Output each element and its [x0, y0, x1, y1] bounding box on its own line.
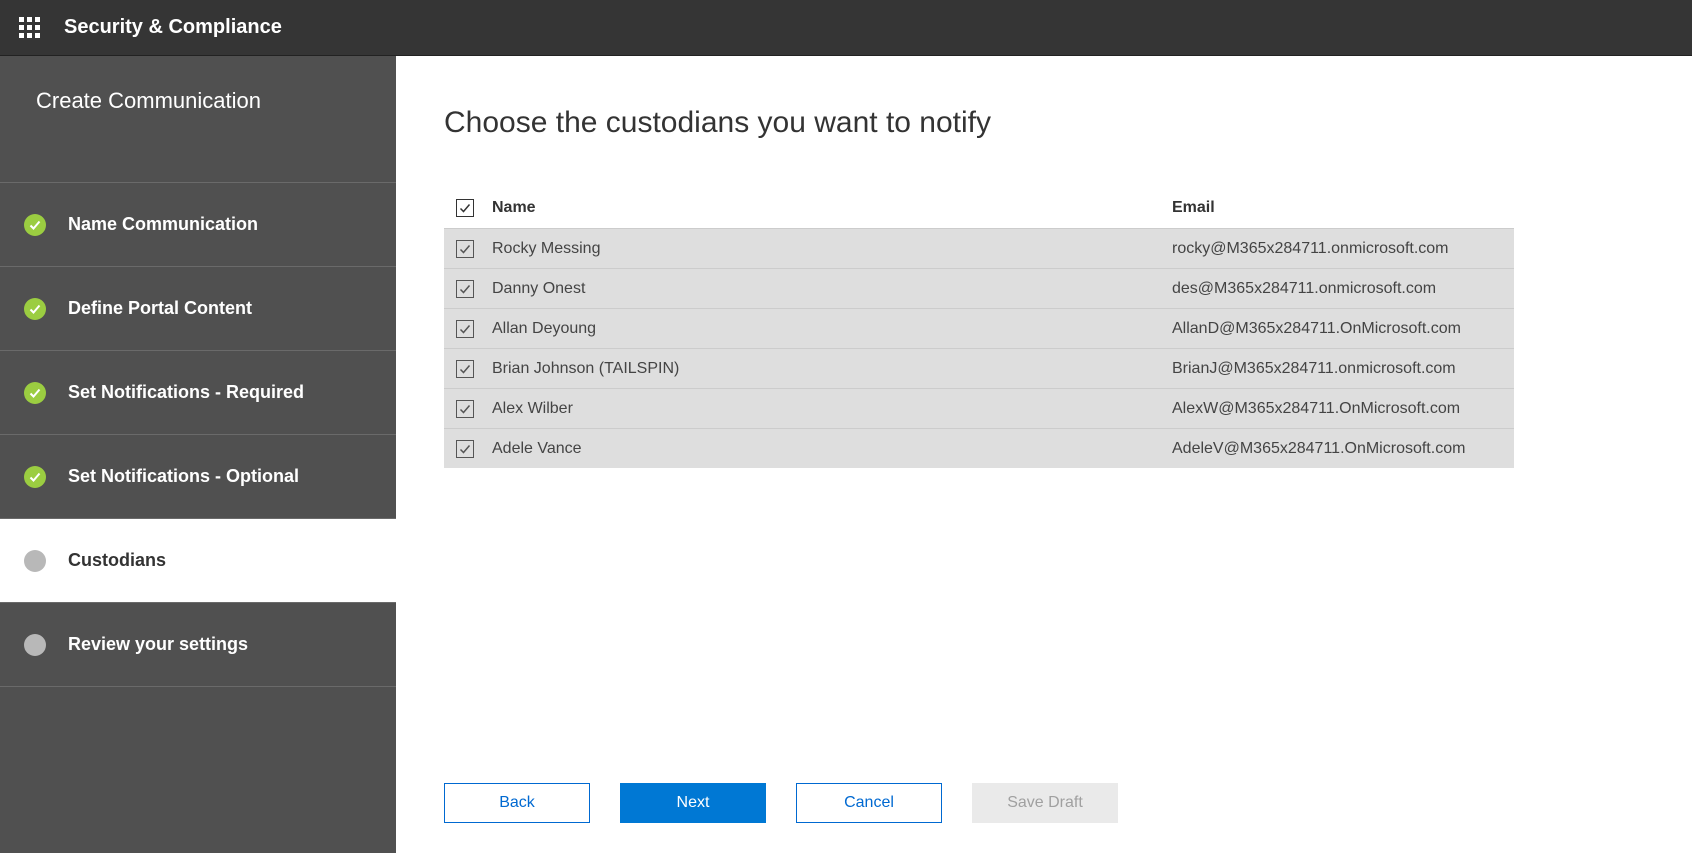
wizard-step-label: Review your settings: [68, 634, 248, 655]
app-title: Security & Compliance: [64, 16, 282, 39]
cell-name: Allan Deyoung: [492, 320, 1172, 338]
cell-name: Alex Wilber: [492, 400, 1172, 418]
row-checkbox[interactable]: [456, 280, 474, 298]
row-checkbox[interactable]: [456, 440, 474, 458]
check-circle-icon: [24, 466, 46, 488]
row-checkbox[interactable]: [456, 400, 474, 418]
row-checkbox[interactable]: [456, 360, 474, 378]
cell-name: Adele Vance: [492, 440, 1172, 458]
wizard-step[interactable]: Define Portal Content: [0, 267, 396, 351]
column-header-name[interactable]: Name: [492, 199, 1172, 217]
check-icon: [459, 202, 471, 214]
check-icon: [459, 443, 471, 455]
wizard-step-label: Custodians: [68, 550, 166, 571]
wizard-step-label: Define Portal Content: [68, 298, 252, 319]
next-button[interactable]: Next: [620, 783, 766, 823]
check-circle-icon: [24, 298, 46, 320]
cell-name: Rocky Messing: [492, 240, 1172, 258]
column-header-email[interactable]: Email: [1172, 199, 1514, 217]
cell-email: rocky@M365x284711.onmicrosoft.com: [1172, 240, 1514, 258]
cell-name: Danny Onest: [492, 280, 1172, 298]
wizard-step[interactable]: Set Notifications - Required: [0, 351, 396, 435]
save-draft-button: Save Draft: [972, 783, 1118, 823]
table-row[interactable]: Brian Johnson (TAILSPIN)BrianJ@M365x2847…: [444, 348, 1514, 388]
row-checkbox[interactable]: [456, 320, 474, 338]
table-header: Name Email: [444, 188, 1514, 228]
table-row[interactable]: Alex WilberAlexW@M365x284711.OnMicrosoft…: [444, 388, 1514, 428]
cell-email: BrianJ@M365x284711.onmicrosoft.com: [1172, 360, 1514, 378]
cell-email: AllanD@M365x284711.OnMicrosoft.com: [1172, 320, 1514, 338]
cell-email: AlexW@M365x284711.OnMicrosoft.com: [1172, 400, 1514, 418]
back-button[interactable]: Back: [444, 783, 590, 823]
wizard-step-label: Name Communication: [68, 214, 258, 235]
wizard-step[interactable]: Name Communication: [0, 183, 396, 267]
cell-email: AdeleV@M365x284711.OnMicrosoft.com: [1172, 440, 1514, 458]
cell-name: Brian Johnson (TAILSPIN): [492, 360, 1172, 378]
table-row[interactable]: Allan DeyoungAllanD@M365x284711.OnMicros…: [444, 308, 1514, 348]
app-header: Security & Compliance: [0, 0, 1692, 56]
cell-email: des@M365x284711.onmicrosoft.com: [1172, 280, 1514, 298]
check-icon: [459, 283, 471, 295]
cancel-button[interactable]: Cancel: [796, 783, 942, 823]
check-icon: [459, 243, 471, 255]
wizard-step-label: Set Notifications - Required: [68, 382, 304, 403]
check-circle-icon: [24, 382, 46, 404]
step-circle-icon: [24, 634, 46, 656]
wizard-step-label: Set Notifications - Optional: [68, 466, 299, 487]
sidebar-title: Create Communication: [0, 56, 396, 183]
wizard-step[interactable]: Set Notifications - Optional: [0, 435, 396, 519]
row-checkbox[interactable]: [456, 240, 474, 258]
wizard-step[interactable]: Custodians: [0, 519, 396, 603]
check-icon: [459, 323, 471, 335]
page-title: Choose the custodians you want to notify: [444, 106, 1644, 140]
check-icon: [459, 363, 471, 375]
wizard-step[interactable]: Review your settings: [0, 603, 396, 687]
wizard-footer: Back Next Cancel Save Draft: [444, 743, 1644, 823]
check-circle-icon: [24, 214, 46, 236]
select-all-checkbox[interactable]: [456, 199, 474, 217]
main-panel: Choose the custodians you want to notify…: [396, 56, 1692, 853]
check-icon: [459, 403, 471, 415]
custodian-table: Name Email Rocky Messingrocky@M365x28471…: [444, 188, 1514, 468]
app-launcher-icon[interactable]: [14, 13, 44, 43]
wizard-sidebar: Create Communication Name Communication D…: [0, 56, 396, 853]
table-row[interactable]: Danny Onestdes@M365x284711.onmicrosoft.c…: [444, 268, 1514, 308]
table-row[interactable]: Adele VanceAdeleV@M365x284711.OnMicrosof…: [444, 428, 1514, 468]
table-row[interactable]: Rocky Messingrocky@M365x284711.onmicroso…: [444, 228, 1514, 268]
step-circle-icon: [24, 550, 46, 572]
